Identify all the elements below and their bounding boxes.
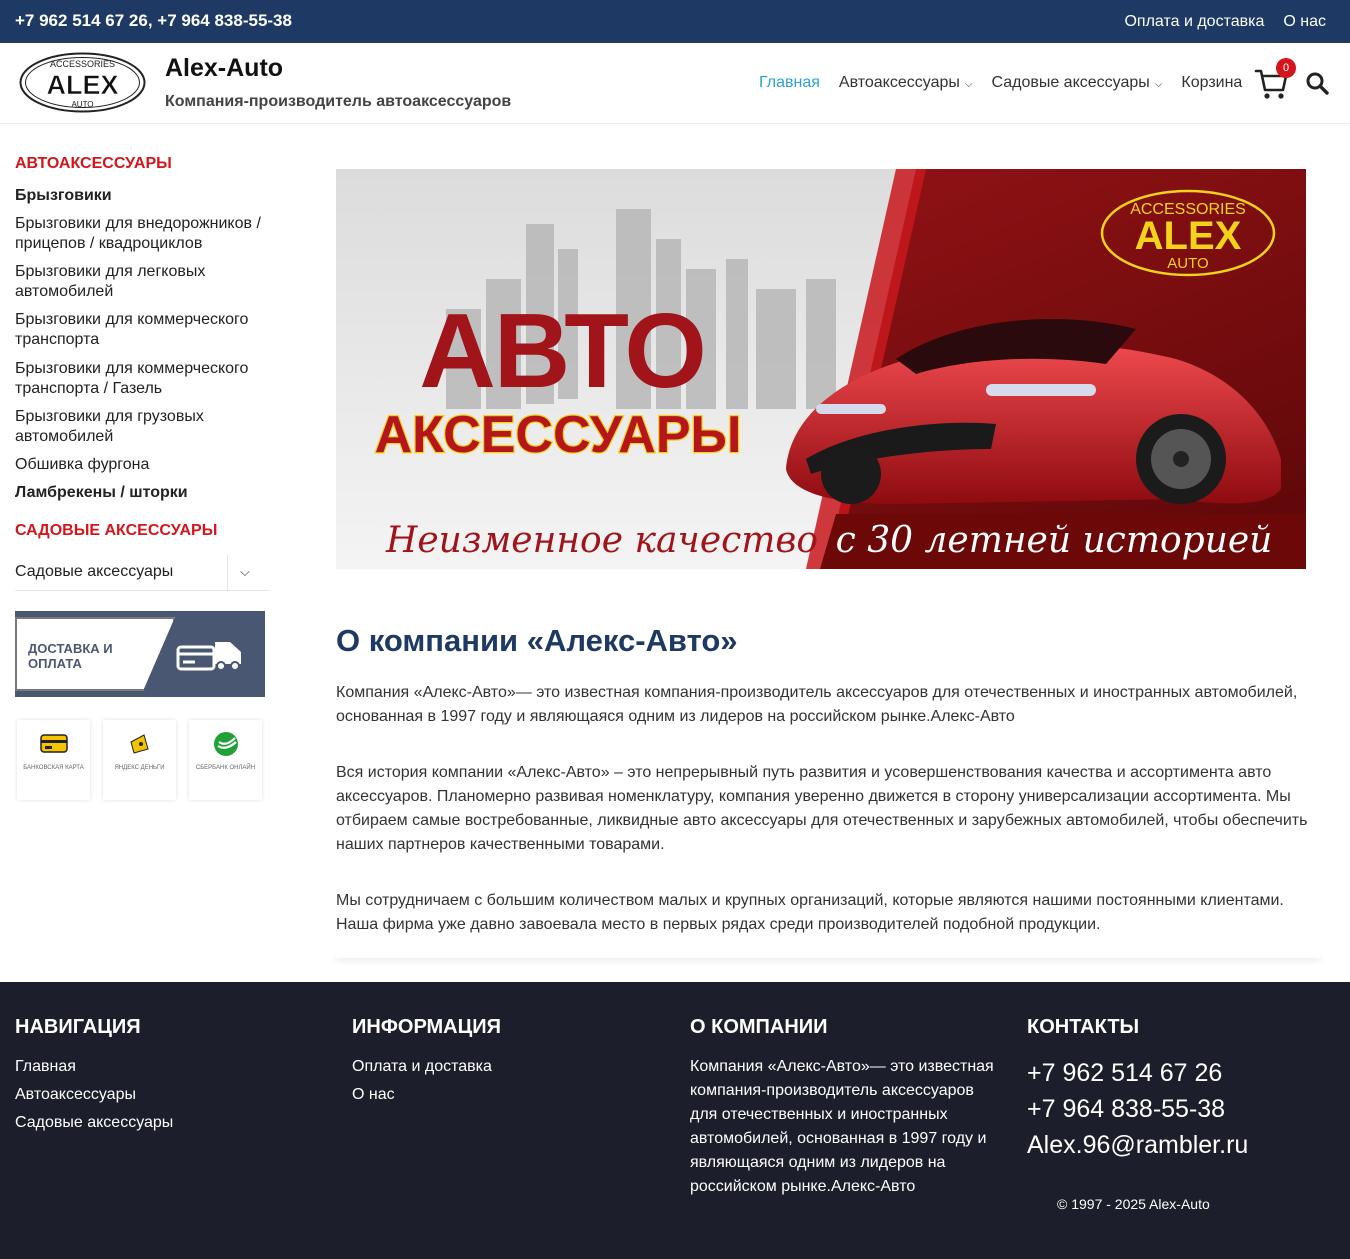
truck-card-icon	[176, 642, 241, 671]
about-paragraph-3: Мы сотрудничаем с большим количеством ма…	[336, 892, 1284, 933]
sidebar-item-mudflaps[interactable]: Брызговики	[15, 186, 275, 206]
select-divider	[227, 555, 228, 591]
footer-link-delivery[interactable]: Оплата и доставка	[352, 1053, 501, 1081]
banner-title: АВТО	[419, 292, 705, 410]
nav-auto-accessories[interactable]: Автоаксессуары ⌵	[839, 74, 973, 92]
footer-heading-contacts: КОНТАКТЫ	[1027, 1016, 1140, 1038]
footer-heading-information: ИНФОРМАЦИЯ	[352, 1016, 501, 1038]
sberbank-icon	[214, 732, 238, 756]
hero-banner: ACCESSORIES ALEX AUTO АВТО АКСЕССУАРЫ Не…	[336, 169, 1306, 569]
payment-label: БАНКОВСКАЯ КАРТА	[23, 765, 84, 771]
yandex-money-icon	[130, 734, 149, 754]
footer-navigation: НАВИГАЦИЯ Главная Автоаксессуары Садовые…	[15, 1016, 173, 1137]
footer-phone-1[interactable]: +7 962 514 67 26	[1027, 1055, 1248, 1091]
sidebar-item-mudflaps-commercial[interactable]: Брызговики для коммерческого транспорта	[15, 310, 255, 350]
footer-heading-navigation: НАВИГАЦИЯ	[15, 1016, 141, 1038]
topbar-link-delivery[interactable]: Оплата и доставка	[1124, 13, 1264, 31]
chevron-down-icon: ⌵	[964, 79, 973, 90]
site-header: ACCESSORIES ALEX AUTO Alex-Auto Компания…	[0, 43, 1350, 124]
banner-slogan-right: с 30 летней историей	[836, 520, 1273, 561]
page-title: О компании «Алекс-Авто»	[336, 623, 738, 658]
main-nav: Главная Автоаксессуары ⌵ Садовые аксессуа…	[759, 74, 1242, 92]
footer-information: ИНФОРМАЦИЯ Оплата и доставка О нас	[352, 1016, 501, 1109]
footer-link-garden[interactable]: Садовые аксессуары	[15, 1109, 173, 1137]
sidebar-item-mudflaps-cars[interactable]: Брызговики для легковых автомобилей	[15, 262, 225, 302]
sidebar-heading-garden: САДОВЫЕ АКСЕССУАРЫ	[15, 522, 218, 539]
topbar-links: Оплата и доставка О нас	[1124, 13, 1326, 31]
nav-home[interactable]: Главная	[759, 74, 820, 92]
content-bottom-shadow	[336, 950, 1320, 958]
payment-label: СБЕРБАНК ОНЛАЙН	[195, 765, 256, 771]
garden-category-select[interactable]: Садовые аксессуары ⌵	[15, 555, 270, 591]
footer-link-about[interactable]: О нас	[352, 1081, 501, 1109]
chevron-down-icon: ⌵	[1154, 79, 1163, 90]
site-footer: НАВИГАЦИЯ Главная Автоаксессуары Садовые…	[0, 982, 1350, 1259]
payment-sberbank: СБЕРБАНК ОНЛАЙН	[189, 720, 262, 800]
banner-subtitle: АКСЕССУАРЫ	[375, 406, 742, 464]
bank-card-icon	[40, 734, 68, 753]
sidebar-item-mudflaps-offroad[interactable]: Брызговики для внедорожников / прицепов …	[15, 214, 270, 254]
banner-logo-bottom: AUTO	[1167, 255, 1208, 272]
banner-logo-main: ALEX	[1135, 214, 1242, 258]
delivery-payment-banner[interactable]: ДОСТАВКА и ОПЛАТА	[15, 611, 265, 697]
sidebar-item-lambrequins[interactable]: Ламбрекены / шторки	[15, 483, 275, 503]
logo-main-text: ALEX	[46, 70, 118, 100]
about-paragraph-1: Компания «Алекс-Авто»— это известная ком…	[336, 684, 1298, 725]
cart-count-badge: 0	[1276, 58, 1296, 78]
chevron-down-icon[interactable]: ⌵	[240, 564, 250, 580]
nav-garden-accessories-label: Садовые аксессуары	[991, 74, 1150, 91]
footer-about-text: Компания «Алекс-Авто»— это известная ком…	[690, 1058, 994, 1195]
top-bar: +7 962 514 67 26, +7 964 838-55-38 Оплат…	[0, 0, 1350, 43]
site-title[interactable]: Alex-Auto	[165, 54, 283, 83]
site-logo[interactable]: ACCESSORIES ALEX AUTO	[19, 52, 146, 113]
sidebar-item-van-lining[interactable]: Обшивка фургона	[15, 455, 275, 475]
footer-heading-about: О КОМПАНИИ	[690, 1016, 828, 1038]
sidebar: АВТОАКСЕССУАРЫ Брызговики Брызговики для…	[15, 155, 275, 540]
nav-cart[interactable]: Корзина	[1181, 74, 1242, 92]
footer-link-home[interactable]: Главная	[15, 1053, 173, 1081]
delivery-banner-text: ДОСТАВКА и ОПЛАТА	[28, 641, 113, 671]
select-value: Садовые аксессуары	[15, 563, 174, 580]
payment-bank-card: БАНКОВСКАЯ КАРТА	[17, 720, 90, 800]
payment-yandex-money: ЯНДЕКС ДЕНЬГИ	[103, 720, 176, 800]
banner-slogan-left: Неизменное качество	[385, 520, 818, 561]
search-icon[interactable]	[1305, 71, 1329, 95]
footer-link-auto[interactable]: Автоаксессуары	[15, 1081, 173, 1109]
hero-banner-art: ACCESSORIES ALEX AUTO АВТО АКСЕССУАРЫ Не…	[336, 169, 1306, 569]
footer-email[interactable]: Alex.96@rambler.ru	[1027, 1127, 1248, 1163]
nav-auto-accessories-label: Автоаксессуары	[838, 74, 960, 91]
nav-garden-accessories[interactable]: Садовые аксессуары ⌵	[991, 74, 1162, 92]
copyright: © 1997 - 2025 Alex-Auto	[1057, 1196, 1210, 1212]
site-description: Компания-производитель автоаксессуаров	[165, 93, 512, 110]
logo-top-text: ACCESSORIES	[50, 59, 115, 69]
sidebar-item-mudflaps-gazelle[interactable]: Брызговики для коммерческого транспорта …	[15, 359, 255, 399]
payment-methods: БАНКОВСКАЯ КАРТА ЯНДЕКС ДЕНЬГИ СБЕРБАНК …	[17, 720, 262, 800]
sidebar-heading-auto: АВТОАКСЕССУАРЫ	[15, 155, 172, 172]
logo-bottom-text: AUTO	[71, 100, 93, 109]
footer-contacts: КОНТАКТЫ +7 962 514 67 26 +7 964 838-55-…	[1027, 1016, 1248, 1163]
sidebar-item-mudflaps-trucks[interactable]: Брызговики для грузовых автомобилей	[15, 407, 225, 447]
footer-phone-2[interactable]: +7 964 838-55-38	[1027, 1091, 1248, 1127]
topbar-link-about[interactable]: О нас	[1283, 13, 1326, 31]
payment-label: ЯНДЕКС ДЕНЬГИ	[114, 765, 165, 771]
footer-about: О КОМПАНИИ Компания «Алекс-Авто»— это из…	[690, 1016, 1000, 1199]
topbar-phones[interactable]: +7 962 514 67 26, +7 964 838-55-38	[15, 11, 292, 31]
about-paragraph-2: Вся история компании «Алекс-Авто» – это …	[336, 764, 1308, 853]
